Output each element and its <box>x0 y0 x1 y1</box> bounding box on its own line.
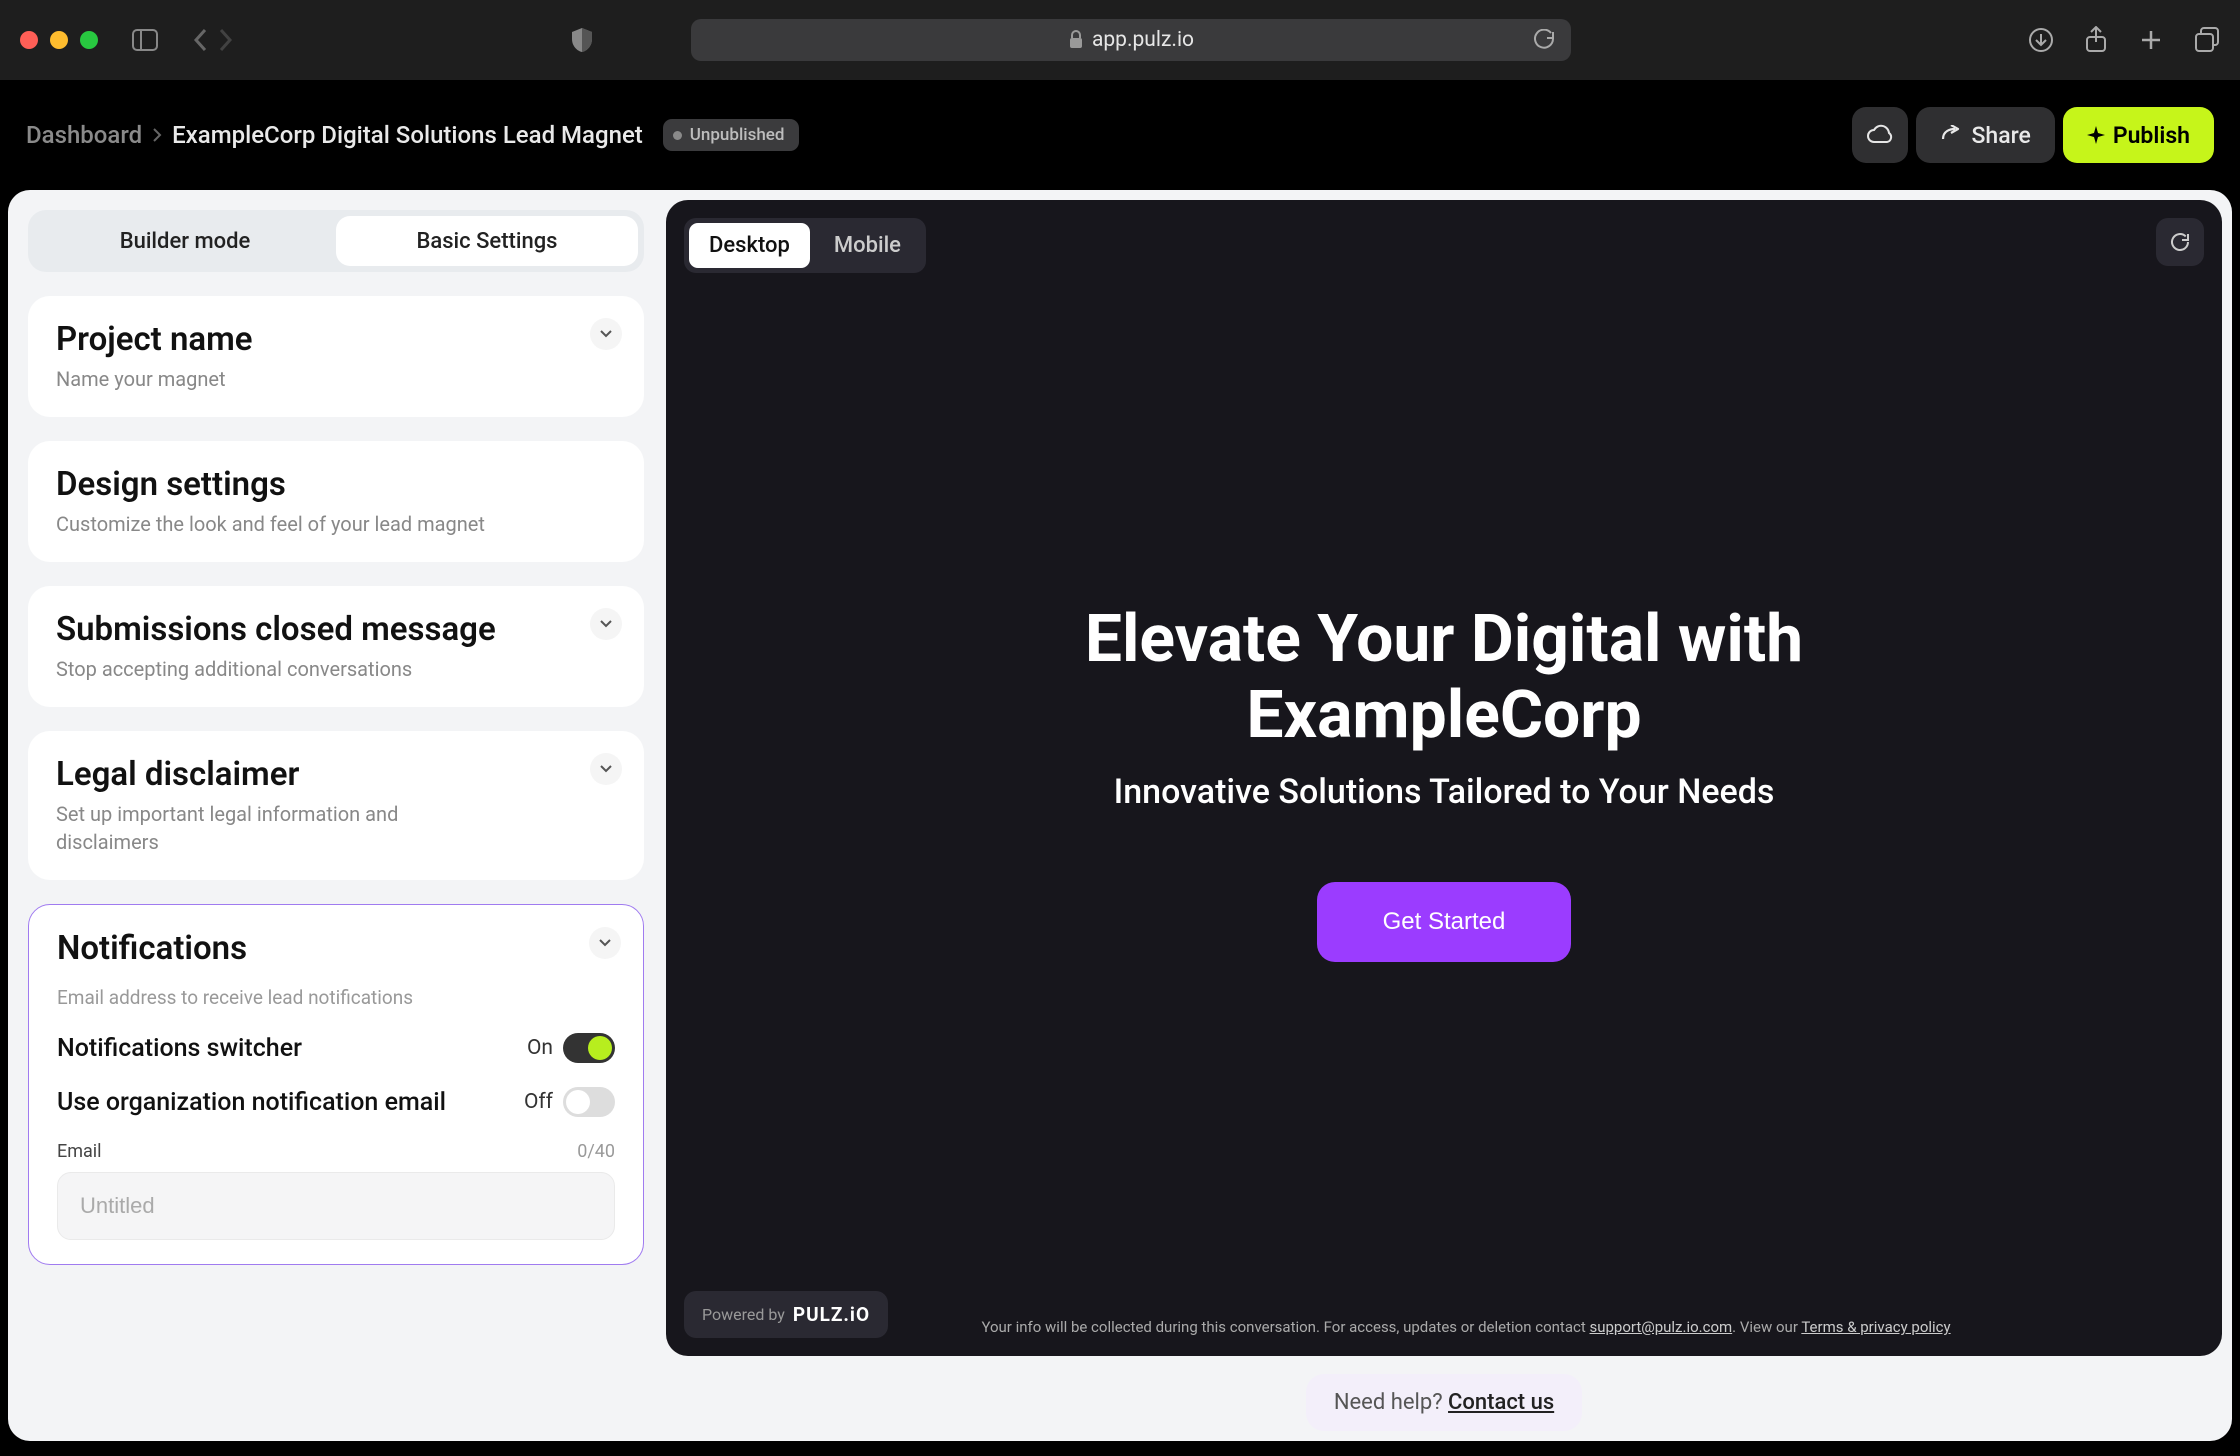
card-subtitle: Set up important legal information and d… <box>56 800 436 856</box>
status-dot-icon <box>673 131 682 140</box>
url-text: app.pulz.io <box>1092 28 1194 52</box>
tab-basic-settings[interactable]: Basic Settings <box>336 216 638 266</box>
cloud-save-button[interactable] <box>1852 107 1908 163</box>
publish-button[interactable]: Publish <box>2063 107 2214 163</box>
app-header: Dashboard ExampleCorp Digital Solutions … <box>0 80 2240 190</box>
hero-subtitle: Innovative Solutions Tailored to Your Ne… <box>1114 772 1775 812</box>
preview-panel: Desktop Mobile Elevate Your Digital with… <box>666 200 2222 1431</box>
card-title: Legal disclaimer <box>56 755 616 794</box>
window-controls <box>20 31 98 49</box>
breadcrumb-project[interactable]: ExampleCorp Digital Solutions Lead Magne… <box>172 121 643 149</box>
chevron-down-icon[interactable] <box>590 318 622 350</box>
reload-icon[interactable] <box>1533 29 1555 51</box>
support-email-link[interactable]: support@pulz.io.com <box>1589 1318 1732 1336</box>
privacy-shield-icon[interactable] <box>562 20 602 60</box>
tab-builder-mode[interactable]: Builder mode <box>34 216 336 266</box>
sparkle-icon <box>2087 126 2105 144</box>
card-subtitle: Name your magnet <box>56 365 616 393</box>
card-title: Submissions closed message <box>56 610 616 649</box>
download-icon[interactable] <box>2028 27 2054 53</box>
email-char-counter: 0/40 <box>577 1141 615 1162</box>
toggle-row-org-email: Use organization notification email Off <box>57 1087 615 1117</box>
terms-link[interactable]: Terms & privacy policy <box>1801 1318 1950 1336</box>
chevron-down-icon[interactable] <box>590 608 622 640</box>
contact-us-link[interactable]: Contact us <box>1448 1390 1554 1415</box>
status-badge: Unpublished <box>663 119 799 151</box>
forward-button-icon[interactable] <box>218 27 234 53</box>
toggle-state-text: On <box>527 1036 553 1060</box>
help-bar: Need help? Contact us <box>1306 1374 1582 1431</box>
breadcrumb-separator-icon <box>152 127 162 143</box>
card-title: Design settings <box>56 465 616 504</box>
email-field-label: Email <box>57 1141 102 1162</box>
org-email-toggle[interactable] <box>563 1087 615 1117</box>
device-tab-desktop[interactable]: Desktop <box>689 223 810 268</box>
disclaimer-text: Your info will be collected during this … <box>888 1317 2044 1338</box>
toggle-row-notifications: Notifications switcher On <box>57 1033 615 1063</box>
card-subtitle: Stop accepting additional conversations <box>56 655 616 683</box>
card-title: Notifications <box>57 929 615 968</box>
device-switcher: Desktop Mobile <box>684 218 926 273</box>
hero-title: Elevate Your Digital with ExampleCorp <box>994 602 1894 754</box>
card-notifications: Notifications Email address to receive l… <box>28 904 644 1265</box>
card-legal-disclaimer[interactable]: Legal disclaimer Set up important legal … <box>28 731 644 880</box>
chevron-down-icon[interactable] <box>589 927 621 959</box>
chevron-down-icon[interactable] <box>590 753 622 785</box>
tabs-icon[interactable] <box>2194 27 2220 53</box>
share-button[interactable]: Share <box>1916 107 2055 163</box>
minimize-window-icon[interactable] <box>50 31 68 49</box>
toggle-label: Notifications switcher <box>57 1034 302 1063</box>
card-design-settings[interactable]: Design settings Customize the look and f… <box>28 441 644 562</box>
preview-canvas: Desktop Mobile Elevate Your Digital with… <box>666 200 2222 1356</box>
refresh-preview-button[interactable] <box>2156 218 2204 266</box>
breadcrumb-dashboard[interactable]: Dashboard <box>26 121 142 149</box>
sidebar-toggle-icon[interactable] <box>125 20 165 60</box>
notifications-toggle[interactable] <box>563 1033 615 1063</box>
maximize-window-icon[interactable] <box>80 31 98 49</box>
card-subtitle: Customize the look and feel of your lead… <box>56 510 616 538</box>
card-project-name[interactable]: Project name Name your magnet <box>28 296 644 417</box>
toggle-state-text: Off <box>524 1090 553 1114</box>
get-started-button[interactable]: Get Started <box>1317 882 1572 962</box>
browser-chrome: app.pulz.io <box>0 0 2240 80</box>
lock-icon <box>1068 30 1084 50</box>
breadcrumb: Dashboard ExampleCorp Digital Solutions … <box>26 119 799 151</box>
card-submissions-closed[interactable]: Submissions closed message Stop acceptin… <box>28 586 644 707</box>
new-tab-icon[interactable] <box>2138 27 2164 53</box>
back-button-icon[interactable] <box>192 27 208 53</box>
powered-by-badge[interactable]: Powered by PULZ.iO <box>684 1291 888 1338</box>
close-window-icon[interactable] <box>20 31 38 49</box>
settings-sidebar: Builder mode Basic Settings Project name… <box>18 200 654 1431</box>
url-bar[interactable]: app.pulz.io <box>691 19 1571 61</box>
email-input[interactable] <box>57 1172 615 1240</box>
card-desc: Email address to receive lead notificati… <box>57 986 615 1009</box>
device-tab-mobile[interactable]: Mobile <box>814 223 921 268</box>
share-arrow-icon <box>1940 125 1962 145</box>
card-title: Project name <box>56 320 616 359</box>
share-icon[interactable] <box>2084 26 2108 54</box>
mode-switcher: Builder mode Basic Settings <box>28 210 644 272</box>
brand-logo: PULZ.iO <box>793 1303 870 1326</box>
toggle-label: Use organization notification email <box>57 1088 446 1117</box>
